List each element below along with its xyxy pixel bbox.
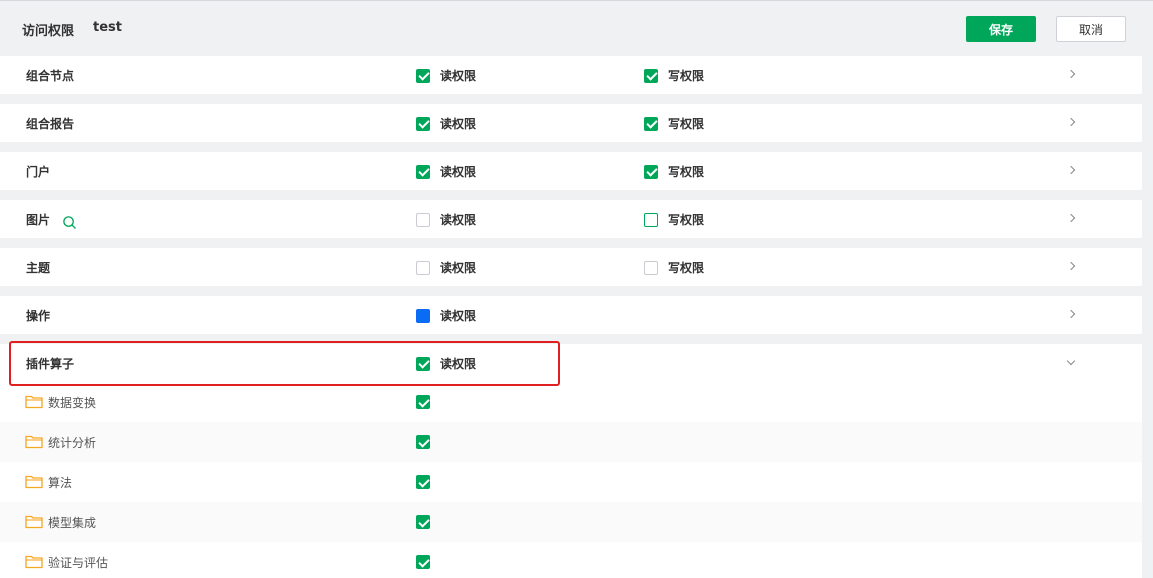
chevron-right-icon[interactable] xyxy=(1064,163,1078,177)
chevron-down-icon[interactable] xyxy=(1064,355,1078,369)
read-checkbox[interactable] xyxy=(416,308,430,323)
read-checkbox[interactable] xyxy=(416,212,430,227)
item-label: 数据变换 xyxy=(48,396,97,410)
read-label: 读权限 xyxy=(440,165,477,179)
read-checkbox[interactable] xyxy=(416,116,430,131)
write-checkbox[interactable] xyxy=(644,68,658,83)
read-permission[interactable]: 读权限 xyxy=(416,115,476,132)
read-label: 读权限 xyxy=(440,213,477,227)
read-permission[interactable]: 读权限 xyxy=(416,355,476,372)
write-label: 写权限 xyxy=(668,117,705,131)
write-label: 写权限 xyxy=(668,165,705,179)
read-permission[interactable]: 读权限 xyxy=(416,307,476,324)
row-label: 图片 xyxy=(26,213,51,227)
write-label: 写权限 xyxy=(668,69,705,83)
list-item: 数据变换 xyxy=(0,382,1142,422)
read-label: 读权限 xyxy=(440,69,477,83)
item-label: 算法 xyxy=(48,476,73,490)
item-checkbox[interactable] xyxy=(416,395,430,409)
save-button[interactable]: 保存 xyxy=(966,16,1036,42)
write-permission[interactable]: 写权限 xyxy=(644,115,704,132)
item-label: 统计分析 xyxy=(48,436,97,450)
item-label: 模型集成 xyxy=(48,516,97,530)
folder-icon xyxy=(25,555,43,569)
write-checkbox[interactable] xyxy=(644,260,658,275)
folder-icon xyxy=(25,515,43,529)
permission-row-combo-node: 组合节点 读权限 写权限 xyxy=(0,56,1142,94)
read-permission[interactable]: 读权限 xyxy=(416,67,476,84)
row-label: 门户 xyxy=(26,165,51,179)
chevron-right-icon[interactable] xyxy=(1064,115,1078,129)
read-checkbox[interactable] xyxy=(416,164,430,179)
read-label: 读权限 xyxy=(440,357,477,371)
chevron-right-icon[interactable] xyxy=(1064,259,1078,273)
list-item: 验证与评估 xyxy=(0,542,1142,578)
permission-row-combo-report: 组合报告 读权限 写权限 xyxy=(0,104,1142,142)
folder-icon xyxy=(25,475,43,489)
write-checkbox[interactable] xyxy=(644,164,658,179)
write-checkbox[interactable] xyxy=(644,116,658,131)
read-label: 读权限 xyxy=(440,309,477,323)
row-label: 操作 xyxy=(26,309,51,323)
write-label: 写权限 xyxy=(668,261,705,275)
item-checkbox[interactable] xyxy=(416,475,430,489)
write-label: 写权限 xyxy=(668,213,705,227)
item-checkbox[interactable] xyxy=(416,435,430,449)
row-label: 组合节点 xyxy=(26,69,75,83)
read-checkbox[interactable] xyxy=(416,356,430,371)
read-permission[interactable]: 读权限 xyxy=(416,259,476,276)
search-icon[interactable] xyxy=(62,215,77,230)
row-label: 组合报告 xyxy=(26,117,75,131)
read-checkbox[interactable] xyxy=(416,68,430,83)
write-permission[interactable]: 写权限 xyxy=(644,67,704,84)
list-item: 算法 xyxy=(0,462,1142,502)
item-checkbox[interactable] xyxy=(416,555,430,569)
row-label: 插件算子 xyxy=(26,357,75,371)
read-permission[interactable]: 读权限 xyxy=(416,163,476,180)
permission-row-operation: 操作 读权限 xyxy=(0,296,1142,334)
write-permission[interactable]: 写权限 xyxy=(644,163,704,180)
write-permission[interactable]: 写权限 xyxy=(644,211,704,228)
chevron-right-icon[interactable] xyxy=(1064,307,1078,321)
item-checkbox[interactable] xyxy=(416,515,430,529)
list-item: 模型集成 xyxy=(0,502,1142,542)
permission-row-plugin-operator: 插件算子 读权限 xyxy=(0,344,1142,382)
write-permission[interactable]: 写权限 xyxy=(644,259,704,276)
read-label: 读权限 xyxy=(440,117,477,131)
read-checkbox[interactable] xyxy=(416,260,430,275)
permission-row-theme: 主题 读权限 写权限 xyxy=(0,248,1142,286)
header-bar: 访问权限 test 保存 取消 xyxy=(0,0,1153,56)
permissions-page: 访问权限 test 保存 取消 组合节点 读权限 写权限 组合报告 读权限 写权… xyxy=(0,0,1153,578)
read-permission[interactable]: 读权限 xyxy=(416,211,476,228)
folder-icon xyxy=(25,395,43,409)
chevron-right-icon[interactable] xyxy=(1064,211,1078,225)
chevron-right-icon[interactable] xyxy=(1064,67,1078,81)
folder-icon xyxy=(25,435,43,449)
item-label: 验证与评估 xyxy=(48,556,109,570)
permission-row-portal: 门户 读权限 写权限 xyxy=(0,152,1142,190)
permission-row-image: 图片 读权限 写权限 xyxy=(0,200,1142,238)
page-title: 访问权限 xyxy=(22,24,75,39)
read-label: 读权限 xyxy=(440,261,477,275)
user-name: test xyxy=(93,20,122,35)
cancel-button[interactable]: 取消 xyxy=(1056,16,1126,42)
write-checkbox[interactable] xyxy=(644,212,658,227)
row-label: 主题 xyxy=(26,261,51,275)
list-item: 统计分析 xyxy=(0,422,1142,462)
